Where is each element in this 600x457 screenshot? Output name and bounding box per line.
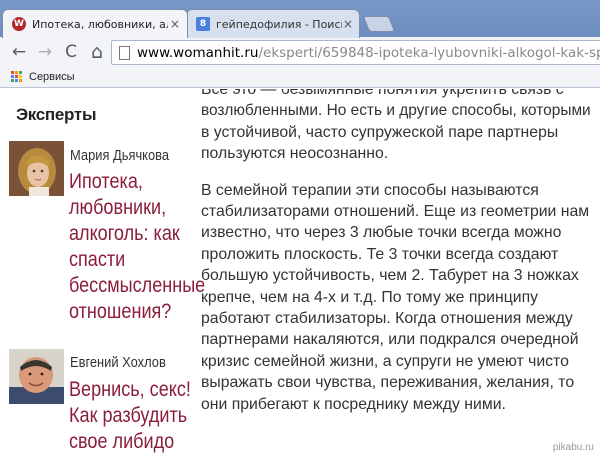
apps-bookmark[interactable]: Сервисы <box>29 71 75 83</box>
text-line: в устойчивой, часто супружеской паре пар… <box>201 123 559 141</box>
text-line: известно, что через 3 любые точки всегда… <box>201 224 562 242</box>
apps-icon[interactable] <box>11 71 23 83</box>
tab-title: гейпедофилия - Поиск в Goo <box>216 17 342 31</box>
forward-button[interactable]: → <box>32 40 58 64</box>
address-bar[interactable]: www.womanhit.ru/eksperti/659848-ipoteka-… <box>111 40 600 65</box>
expert-article-link[interactable]: Вернись, секс! Как разбудить свое либидо <box>69 377 198 455</box>
url-path: /eksperti/659848-ipoteka-lyubovniki-alko… <box>258 44 600 61</box>
home-button[interactable]: ⌂ <box>84 40 110 64</box>
expert-name[interactable]: Евгений Хохлов <box>70 354 166 371</box>
text-line: кризис семейной жизни, а супруги не умею… <box>201 352 569 370</box>
page-icon <box>119 45 130 60</box>
text-line: работают стабилизаторы. Когда отношения … <box>201 310 573 328</box>
text-line: крепче, чем на 4-х и т.д. По тому же при… <box>201 288 539 306</box>
expert-photo-khokhlov[interactable] <box>9 349 64 404</box>
article-line: Вернись, секс! <box>69 378 191 401</box>
watermark: pikabu.ru <box>552 442 594 453</box>
text-line: проложить плоскость. Те 3 точки всегда с… <box>201 245 559 263</box>
new-tab-button[interactable] <box>362 16 396 32</box>
text-line: стабилизаторами отношений. Еще из геомет… <box>201 203 590 221</box>
text-line: они прибегают к посреднику между ними. <box>201 395 506 413</box>
expert-photo-dyachkova[interactable] <box>9 141 64 196</box>
back-button[interactable]: ← <box>6 40 32 64</box>
text-line: В семейной терапии эти способы называютс… <box>201 181 539 199</box>
toolbar: ← → C ⌂ www.womanhit.ru/eksperti/659848-… <box>0 37 600 67</box>
close-tab-icon[interactable]: × <box>168 17 182 31</box>
experts-sidebar: Эксперты Мария Дьячкова Ипотека, любовни… <box>0 89 206 457</box>
article-line: свое либидо <box>69 430 175 453</box>
tab-strip: W Ипотека, любовники, алко × 8 гейпедофи… <box>0 0 600 38</box>
sidebar-title: Эксперты <box>16 105 97 124</box>
text-line: Все это — безымянные понятия укрепить св… <box>201 89 564 98</box>
text-line: возлюбленными. Но есть и другие способы,… <box>201 102 591 120</box>
article-body: Все это — безымянные понятия укрепить св… <box>201 89 591 430</box>
url-host: www.womanhit.ru <box>137 44 259 61</box>
close-tab-icon[interactable]: × <box>342 17 354 31</box>
article-line: любовники, <box>69 196 167 219</box>
expert-article-link[interactable]: Ипотека, любовники, алкоголь: как спасти… <box>69 169 206 325</box>
tab-google-search[interactable]: 8 гейпедофилия - Поиск в Goo × <box>186 9 360 38</box>
article-paragraph: В семейной терапии эти способы называютс… <box>201 180 591 415</box>
tab-womanhit[interactable]: W Ипотека, любовники, алко × <box>2 9 188 38</box>
article-line: Ипотека, <box>69 170 143 193</box>
bookmarks-bar: Сервисы <box>0 67 600 88</box>
text-line: большую устойчивость, чем 2. Табурет на … <box>201 267 579 285</box>
text-line: пользуются неосознанно. <box>201 145 389 163</box>
article-line: спасти <box>69 248 126 271</box>
web-page: Эксперты Мария Дьячкова Ипотека, любовни… <box>0 89 600 457</box>
article-line: алкоголь: как <box>69 222 180 245</box>
article-paragraph: Все это — безымянные понятия укрепить св… <box>201 89 591 165</box>
article-line: отношения? <box>69 300 172 323</box>
article-line: бессмысленные <box>69 274 206 297</box>
tab-title: Ипотека, любовники, алко <box>32 17 168 31</box>
text-line: выражать свои чувства, переживания, жела… <box>201 374 575 392</box>
reload-button[interactable]: C <box>58 40 84 64</box>
google-favicon-icon: 8 <box>196 17 210 31</box>
text-line: партнерами накаляются, или подкрался оче… <box>201 331 579 349</box>
womanhit-favicon-icon: W <box>12 17 26 31</box>
expert-name[interactable]: Мария Дьячкова <box>70 147 169 164</box>
article-line: Как разбудить <box>69 404 188 427</box>
